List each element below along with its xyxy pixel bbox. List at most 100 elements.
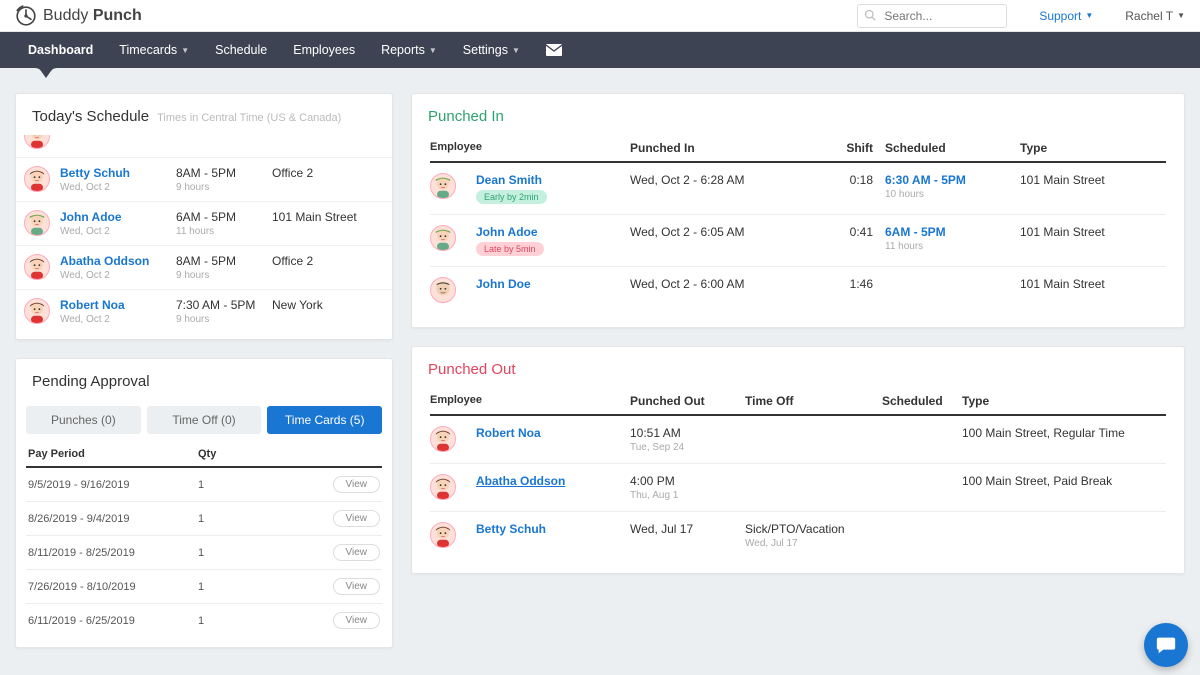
view-button[interactable]: View bbox=[333, 578, 381, 595]
punch-time: Wed, Oct 2 - 6:28 AM bbox=[630, 173, 830, 187]
status-badge: Early by 2min bbox=[476, 190, 547, 204]
schedule-hours: 9 hours bbox=[176, 182, 272, 193]
card-title: Punched Out bbox=[428, 361, 516, 378]
pay-period: 8/11/2019 - 8/25/2019 bbox=[28, 547, 198, 559]
pending-row: 7/26/2019 - 8/10/2019 1 View bbox=[26, 570, 382, 604]
avatar bbox=[430, 173, 456, 199]
shift-duration: 0:18 bbox=[830, 173, 885, 187]
col-scheduled: Scheduled bbox=[885, 141, 1020, 155]
nav-messages[interactable] bbox=[533, 32, 575, 68]
tab-timecards[interactable]: Time Cards (5) bbox=[267, 406, 382, 434]
tab-punches[interactable]: Punches (0) bbox=[26, 406, 141, 434]
search-input[interactable] bbox=[857, 4, 1007, 28]
col-employee: Employee bbox=[430, 141, 630, 155]
avatar bbox=[430, 522, 456, 548]
col-shift: Shift bbox=[830, 141, 885, 155]
view-button[interactable]: View bbox=[333, 612, 381, 629]
schedule-row: Wed, Oct 2 10 hours bbox=[16, 135, 392, 158]
avatar bbox=[430, 277, 456, 303]
scheduled-hours: 10 hours bbox=[885, 189, 1020, 200]
schedule-date: Wed, Oct 2 bbox=[60, 135, 176, 136]
qty: 1 bbox=[198, 547, 298, 559]
schedule-location: Office 2 bbox=[272, 254, 313, 268]
schedule-location: Office 2 bbox=[272, 166, 313, 180]
view-button[interactable]: View bbox=[333, 544, 381, 561]
employee-link[interactable]: Dean Smith bbox=[476, 173, 547, 187]
punched-in-row: John Adoe Late by 5min Wed, Oct 2 - 6:05… bbox=[430, 215, 1166, 267]
schedule-date: Wed, Oct 2 bbox=[60, 270, 176, 281]
avatar bbox=[24, 254, 50, 280]
schedule-row: Abatha Oddson Wed, Oct 2 8AM - 5PM 9 hou… bbox=[16, 246, 392, 290]
logo[interactable]: Buddy Punch bbox=[15, 5, 142, 27]
schedule-hours: 10 hours bbox=[176, 135, 272, 136]
nav-dashboard[interactable]: Dashboard bbox=[15, 32, 106, 68]
schedule-hours: 11 hours bbox=[176, 226, 272, 237]
schedule-time: 8AM - 5PM bbox=[176, 166, 272, 180]
employee-link[interactable]: Abatha Oddson bbox=[60, 254, 176, 268]
pending-row: 6/11/2019 - 6/25/2019 1 View bbox=[26, 604, 382, 637]
scheduled-hours: 11 hours bbox=[885, 241, 1020, 252]
employee-link[interactable]: Abatha Oddson bbox=[476, 474, 565, 488]
punch-type: 100 Main Street, Paid Break bbox=[962, 474, 1166, 488]
logo-text: Buddy Punch bbox=[43, 7, 142, 25]
nav-timecards[interactable]: Timecards▼ bbox=[106, 32, 202, 68]
shift-duration: 1:46 bbox=[830, 277, 885, 291]
schedule-date: Wed, Oct 2 bbox=[60, 182, 176, 193]
search-box bbox=[857, 4, 1007, 28]
scheduled-link[interactable]: 6:30 AM - 5PM bbox=[885, 173, 966, 187]
tab-timeoff[interactable]: Time Off (0) bbox=[147, 406, 262, 434]
col-punched-out: Punched Out bbox=[630, 394, 745, 408]
pending-row: 9/5/2019 - 9/16/2019 1 View bbox=[26, 468, 382, 502]
view-button[interactable]: View bbox=[333, 510, 381, 527]
pay-period: 7/26/2019 - 8/10/2019 bbox=[28, 581, 198, 593]
support-link[interactable]: Support ▼ bbox=[1039, 9, 1093, 23]
employee-link[interactable]: Betty Schuh bbox=[60, 166, 176, 180]
schedule-row: John Adoe Wed, Oct 2 6AM - 5PM 11 hours … bbox=[16, 202, 392, 246]
nav-employees[interactable]: Employees bbox=[280, 32, 368, 68]
col-period: Pay Period bbox=[28, 448, 198, 460]
card-title: Pending Approval bbox=[32, 373, 150, 390]
employee-link[interactable]: John Doe bbox=[476, 277, 531, 291]
schedule-time: 8AM - 5PM bbox=[176, 254, 272, 268]
employee-link[interactable]: Robert Noa bbox=[60, 298, 176, 312]
punch-type: 101 Main Street bbox=[1020, 173, 1166, 187]
schedule-time: 6AM - 5PM bbox=[176, 210, 272, 224]
qty: 1 bbox=[198, 513, 298, 525]
punch-type: 100 Main Street, Regular Time bbox=[962, 426, 1166, 440]
user-menu[interactable]: Rachel T ▼ bbox=[1125, 9, 1185, 23]
chat-button[interactable] bbox=[1144, 623, 1188, 667]
nav-indicator bbox=[35, 68, 57, 80]
nav-reports[interactable]: Reports▼ bbox=[368, 32, 450, 68]
punched-in-row: Dean Smith Early by 2min Wed, Oct 2 - 6:… bbox=[430, 163, 1166, 215]
top-header: Buddy Punch Support ▼ Rachel T ▼ bbox=[0, 0, 1200, 32]
avatar bbox=[24, 298, 50, 324]
punch-type: 101 Main Street bbox=[1020, 225, 1166, 239]
qty: 1 bbox=[198, 615, 298, 627]
todays-schedule-card: Today's Schedule Times in Central Time (… bbox=[15, 93, 393, 340]
pending-row: 8/11/2019 - 8/25/2019 1 View bbox=[26, 536, 382, 570]
qty: 1 bbox=[198, 581, 298, 593]
status-badge: Late by 5min bbox=[476, 242, 544, 256]
employee-link[interactable]: Robert Noa bbox=[476, 426, 541, 440]
nav-settings[interactable]: Settings▼ bbox=[450, 32, 533, 68]
envelope-icon bbox=[546, 44, 562, 56]
scheduled-link[interactable]: 6AM - 5PM bbox=[885, 225, 946, 239]
chevron-down-icon: ▼ bbox=[429, 46, 437, 55]
employee-link[interactable]: John Adoe bbox=[476, 225, 544, 239]
view-button[interactable]: View bbox=[333, 476, 381, 493]
avatar bbox=[430, 225, 456, 251]
avatar bbox=[24, 166, 50, 192]
schedule-date: Wed, Oct 2 bbox=[60, 226, 176, 237]
pay-period: 6/11/2019 - 6/25/2019 bbox=[28, 615, 198, 627]
card-subtitle: Times in Central Time (US & Canada) bbox=[157, 112, 341, 124]
col-punched-in: Punched In bbox=[630, 141, 830, 155]
chevron-down-icon: ▼ bbox=[1177, 11, 1185, 20]
employee-link[interactable]: Betty Schuh bbox=[476, 522, 546, 536]
nav-schedule[interactable]: Schedule bbox=[202, 32, 280, 68]
card-title: Punched In bbox=[428, 108, 504, 125]
chevron-down-icon: ▼ bbox=[512, 46, 520, 55]
col-timeoff: Time Off bbox=[745, 394, 882, 408]
employee-link[interactable]: John Adoe bbox=[60, 210, 176, 224]
shift-duration: 0:41 bbox=[830, 225, 885, 239]
schedule-date: Wed, Oct 2 bbox=[60, 314, 176, 325]
